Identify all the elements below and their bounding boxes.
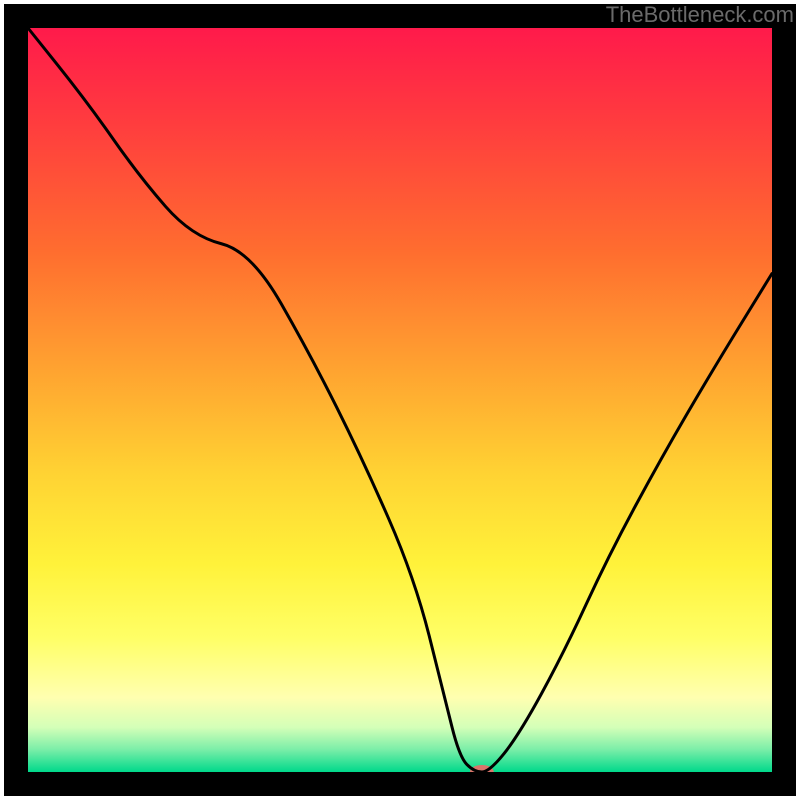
watermark-text: TheBottleneck.com: [606, 2, 794, 28]
chart-container: TheBottleneck.com: [0, 0, 800, 800]
bottleneck-chart: [0, 0, 800, 800]
gradient-background: [28, 28, 772, 772]
